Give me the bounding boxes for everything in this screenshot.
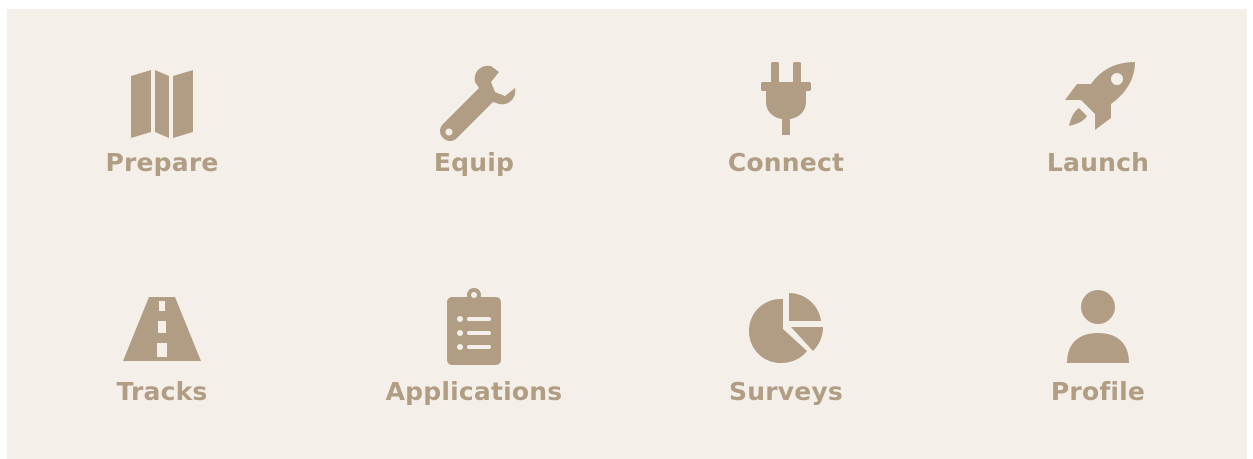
user-icon [1053, 281, 1143, 371]
tile-label: Profile [1050, 377, 1146, 406]
tile-profile[interactable]: Profile [978, 281, 1218, 441]
tile-label: Prepare [105, 148, 219, 177]
tile-surveys[interactable]: Surveys [666, 281, 906, 441]
clipboard-list-icon [429, 281, 519, 371]
plug-icon [741, 52, 831, 142]
tile-launch[interactable]: Launch [978, 52, 1218, 212]
tile-applications[interactable]: Applications [354, 281, 594, 441]
tile-label: Surveys [729, 377, 843, 406]
map-icon [117, 52, 207, 142]
tile-tracks[interactable]: Tracks [42, 281, 282, 441]
tile-label: Tracks [116, 377, 208, 406]
wrench-icon [429, 52, 519, 142]
tile-equip[interactable]: Equip [354, 52, 594, 212]
rocket-icon [1053, 52, 1143, 142]
road-icon [117, 281, 207, 371]
tile-prepare[interactable]: Prepare [42, 52, 282, 212]
pie-chart-icon [741, 281, 831, 371]
menu-panel: Prepare Equip Connect Launch Tracks Appl… [7, 9, 1247, 459]
tile-label: Applications [385, 377, 563, 406]
tile-connect[interactable]: Connect [666, 52, 906, 212]
tile-label: Equip [433, 148, 515, 177]
tile-label: Connect [727, 148, 845, 177]
tile-label: Launch [1046, 148, 1150, 177]
